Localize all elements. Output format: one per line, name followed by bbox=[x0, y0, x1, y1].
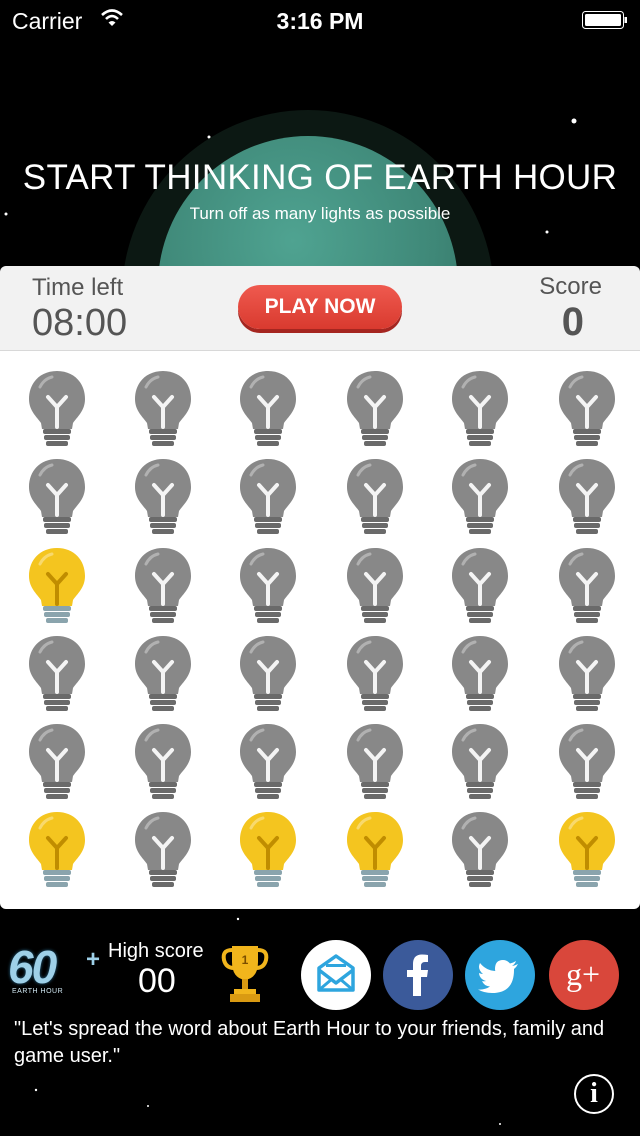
bulb-row bbox=[0, 457, 640, 545]
unlit-bulb[interactable] bbox=[556, 369, 618, 451]
unlit-bulb[interactable] bbox=[344, 546, 406, 628]
unlit-bulb[interactable] bbox=[556, 546, 618, 628]
bulb-row bbox=[0, 546, 640, 634]
share-message: "Let's spread the word about Earth Hour … bbox=[14, 1018, 605, 1067]
game-header: Time left 08:00 PLAY NOW Score 0 bbox=[0, 266, 640, 351]
twitter-share-button[interactable] bbox=[465, 940, 535, 1010]
bulb-grid bbox=[0, 351, 640, 909]
lit-bulb[interactable] bbox=[26, 810, 88, 892]
hero-title: START THINKING OF EARTH HOUR bbox=[22, 158, 618, 197]
unlit-bulb[interactable] bbox=[344, 634, 406, 716]
envelope-icon bbox=[317, 954, 355, 992]
bulb-row bbox=[0, 369, 640, 457]
unlit-bulb[interactable] bbox=[449, 634, 511, 716]
trophy-icon: 1 bbox=[221, 946, 269, 1002]
twitter-icon bbox=[478, 960, 518, 993]
play-now-button[interactable]: PLAY NOW bbox=[238, 285, 402, 329]
time-left-value: 08:00 bbox=[32, 302, 128, 344]
facebook-icon bbox=[407, 954, 428, 996]
unlit-bulb[interactable] bbox=[132, 457, 194, 539]
unlit-bulb[interactable] bbox=[556, 457, 618, 539]
unlit-bulb[interactable] bbox=[26, 634, 88, 716]
unlit-bulb[interactable] bbox=[132, 634, 194, 716]
unlit-bulb[interactable] bbox=[449, 546, 511, 628]
lit-bulb[interactable] bbox=[344, 810, 406, 892]
hero-subtitle: Turn off as many lights as possible bbox=[189, 204, 451, 223]
score-label: Score bbox=[539, 273, 602, 300]
unlit-bulb[interactable] bbox=[237, 546, 299, 628]
lit-bulb[interactable] bbox=[237, 810, 299, 892]
lit-bulb[interactable] bbox=[26, 546, 88, 628]
time-left-label: Time left bbox=[32, 274, 124, 301]
unlit-bulb[interactable] bbox=[26, 369, 88, 451]
unlit-bulb[interactable] bbox=[132, 369, 194, 451]
earth-hour-logo: 60 + EARTH HOUR bbox=[8, 941, 101, 995]
battery-icon bbox=[582, 11, 627, 29]
status-time: 3:16 PM bbox=[276, 8, 364, 34]
unlit-bulb[interactable] bbox=[344, 722, 406, 804]
unlit-bulb[interactable] bbox=[26, 722, 88, 804]
bulb-row bbox=[0, 810, 640, 898]
score-value: 0 bbox=[561, 300, 584, 344]
unlit-bulb[interactable] bbox=[237, 722, 299, 804]
unlit-bulb[interactable] bbox=[449, 369, 511, 451]
unlit-bulb[interactable] bbox=[344, 369, 406, 451]
unlit-bulb[interactable] bbox=[237, 634, 299, 716]
high-score-value: 00 bbox=[138, 962, 176, 1000]
footer: 60 + EARTH HOUR High score 00 1 g+ "Let'… bbox=[0, 910, 640, 1136]
status-bar: Carrier 3:16 PM bbox=[0, 0, 640, 40]
google-plus-icon: g+ bbox=[566, 956, 600, 992]
google-plus-share-button[interactable]: g+ bbox=[549, 940, 619, 1010]
unlit-bulb[interactable] bbox=[556, 634, 618, 716]
unlit-bulb[interactable] bbox=[237, 457, 299, 539]
bulb-row bbox=[0, 722, 640, 810]
unlit-bulb[interactable] bbox=[237, 369, 299, 451]
unlit-bulb[interactable] bbox=[132, 546, 194, 628]
lit-bulb[interactable] bbox=[556, 810, 618, 892]
unlit-bulb[interactable] bbox=[449, 810, 511, 892]
svg-text:1: 1 bbox=[242, 953, 249, 967]
unlit-bulb[interactable] bbox=[556, 722, 618, 804]
unlit-bulb[interactable] bbox=[344, 457, 406, 539]
unlit-bulb[interactable] bbox=[449, 457, 511, 539]
svg-text:g+: g+ bbox=[566, 956, 600, 992]
high-score-label: High score bbox=[108, 940, 204, 962]
bulb-row bbox=[0, 634, 640, 722]
hero-banner: START THINKING OF EARTH HOUR Turn off as… bbox=[0, 60, 640, 266]
facebook-share-button[interactable] bbox=[383, 940, 453, 1010]
unlit-bulb[interactable] bbox=[132, 722, 194, 804]
unlit-bulb[interactable] bbox=[26, 457, 88, 539]
unlit-bulb[interactable] bbox=[449, 722, 511, 804]
info-button[interactable]: i bbox=[574, 1074, 614, 1114]
unlit-bulb[interactable] bbox=[132, 810, 194, 892]
email-share-button[interactable] bbox=[301, 940, 371, 1010]
